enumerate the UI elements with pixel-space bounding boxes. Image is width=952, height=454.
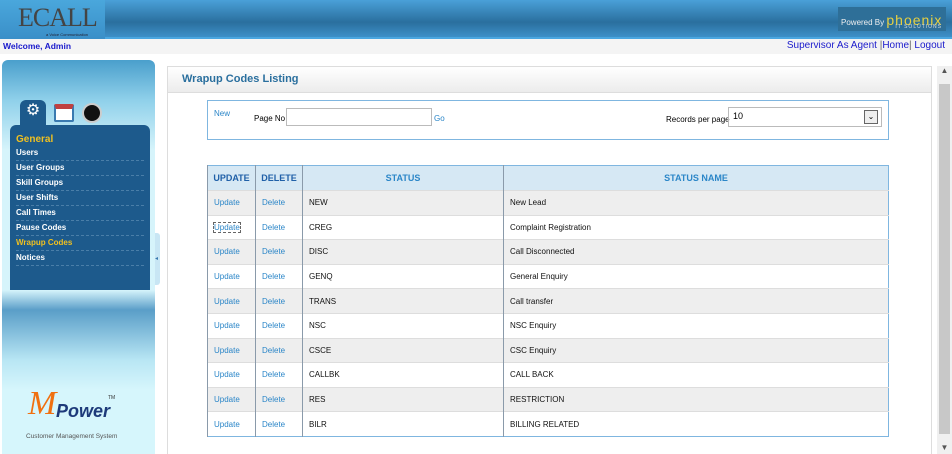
settings-icon[interactable]: ⚙ — [20, 100, 46, 125]
welcome-bar: Welcome, Admin Supervisor As Agent |Home… — [0, 39, 952, 54]
table-row: Update Delete NEW New Lead — [207, 190, 889, 216]
status-name-cell: Call Disconnected — [503, 239, 889, 265]
delete-link[interactable]: Delete — [255, 411, 303, 437]
table-row: Update Delete BILR BILLING RELATED — [207, 411, 889, 437]
scroll-up-arrow-icon[interactable]: ▲ — [937, 66, 952, 75]
records-per-page-label: Records per page — [666, 115, 730, 124]
status-name-cell: Call transfer — [503, 288, 889, 314]
delete-link[interactable]: Delete — [255, 190, 303, 216]
page-title: Wrapup Codes Listing — [168, 67, 931, 93]
update-link[interactable]: Update — [207, 312, 256, 339]
sidebar: ⚙ General Users User Groups Skill Groups… — [2, 60, 155, 454]
status-name-cell: BILLING RELATED — [503, 411, 889, 437]
delete-link[interactable]: Delete — [255, 337, 303, 363]
records-per-page-select[interactable]: 10 ⌄ — [728, 107, 882, 127]
scroll-down-arrow-icon[interactable]: ▼ — [937, 443, 952, 452]
sidebar-item-wrapup-codes[interactable]: Wrapup Codes — [16, 236, 144, 251]
sidebar-item-skill-groups[interactable]: Skill Groups — [16, 176, 144, 191]
table-row: Update Delete CALLBK CALL BACK — [207, 362, 889, 388]
sidebar-item-user-shifts[interactable]: User Shifts — [16, 191, 144, 206]
update-link[interactable]: Update — [207, 239, 256, 265]
mpower-logo: M Power TM Customer Management System — [26, 385, 118, 440]
update-link[interactable]: Update — [207, 190, 256, 216]
update-link[interactable]: Update — [207, 288, 256, 314]
sidebar-item-user-groups[interactable]: User Groups — [16, 161, 144, 176]
table-row: Update Delete NSC NSC Enquiry — [207, 312, 889, 339]
delete-link[interactable]: Delete — [255, 239, 303, 265]
powered-by-logo: Powered By phoenix IT SOLUTIONS — [838, 7, 946, 31]
delete-link[interactable]: Delete — [255, 214, 303, 240]
status-cell: CSCE — [302, 337, 504, 363]
status-cell: BILR — [302, 411, 504, 437]
status-cell: NSC — [302, 312, 504, 339]
logout-link[interactable]: Logout — [914, 40, 945, 51]
update-link[interactable]: Update — [207, 214, 256, 240]
delete-link[interactable]: Delete — [255, 386, 303, 412]
dashboard-gauge-icon[interactable] — [82, 103, 102, 123]
column-header-status: STATUS — [302, 165, 504, 191]
ecall-logo: ECALL a Voice Communication — [0, 0, 105, 39]
sidebar-item-notices[interactable]: Notices — [16, 251, 144, 266]
page-no-label: Page No — [254, 114, 286, 123]
top-header: ECALL a Voice Communication Powered By p… — [0, 0, 952, 39]
welcome-text: Welcome, Admin — [3, 41, 72, 51]
page-no-input[interactable] — [286, 108, 432, 126]
status-cell: DISC — [302, 239, 504, 265]
status-cell: TRANS — [302, 288, 504, 314]
status-name-cell: Complaint Registration — [503, 214, 889, 240]
status-name-cell: RESTRICTION — [503, 386, 889, 412]
table-row: Update Delete DISC Call Disconnected — [207, 239, 889, 265]
status-name-cell: NSC Enquiry — [503, 312, 889, 339]
table-row: Update Delete CSCE CSC Enquiry — [207, 337, 889, 363]
status-cell: CALLBK — [302, 362, 504, 388]
delete-link[interactable]: Delete — [255, 312, 303, 339]
table-row: Update Delete TRANS Call transfer — [207, 288, 889, 314]
update-link[interactable]: Update — [207, 362, 256, 388]
chevron-down-icon[interactable]: ⌄ — [864, 110, 878, 124]
supervisor-as-agent-link[interactable]: Supervisor As Agent — [787, 40, 877, 51]
menu-section-general: General — [16, 134, 54, 145]
vertical-scrollbar[interactable]: ▲ ▼ — [937, 66, 952, 454]
column-header-delete: DELETE — [255, 165, 303, 191]
status-name-cell: CSC Enquiry — [503, 337, 889, 363]
status-name-cell: General Enquiry — [503, 263, 889, 289]
status-cell: RES — [302, 386, 504, 412]
column-header-status-name: STATUS NAME — [503, 165, 889, 191]
delete-link[interactable]: Delete — [255, 263, 303, 289]
calendar-icon[interactable] — [54, 104, 74, 122]
update-link[interactable]: Update — [207, 411, 256, 437]
sidebar-item-call-times[interactable]: Call Times — [16, 206, 144, 221]
new-link[interactable]: New — [214, 109, 230, 118]
sidebar-menu: General Users User Groups Skill Groups U… — [10, 125, 150, 290]
delete-link[interactable]: Delete — [255, 362, 303, 388]
table-row: Update Delete RES RESTRICTION — [207, 386, 889, 412]
table-row: Update Delete CREG Complaint Registration — [207, 214, 889, 240]
sidebar-item-pause-codes[interactable]: Pause Codes — [16, 221, 144, 236]
filter-bar: New Page No Go Records per page 10 ⌄ — [207, 100, 889, 140]
home-link[interactable]: Home — [882, 40, 909, 51]
status-cell: CREG — [302, 214, 504, 240]
collapse-sidebar-handle[interactable]: ◂ — [155, 233, 160, 285]
scrollbar-thumb[interactable] — [939, 84, 950, 434]
status-name-cell: New Lead — [503, 190, 889, 216]
content-panel: Wrapup Codes Listing New Page No Go Reco… — [167, 66, 932, 454]
wrapup-codes-table: UPDATE DELETE STATUS STATUS NAME Update D… — [207, 165, 889, 437]
table-row: Update Delete GENQ General Enquiry — [207, 263, 889, 289]
update-link[interactable]: Update — [207, 386, 256, 412]
delete-link[interactable]: Delete — [255, 288, 303, 314]
update-link-focused[interactable]: Update — [213, 221, 241, 233]
status-name-cell: CALL BACK — [503, 362, 889, 388]
go-link[interactable]: Go — [434, 114, 445, 123]
status-cell: GENQ — [302, 263, 504, 289]
column-header-update: UPDATE — [207, 165, 256, 191]
update-link[interactable]: Update — [207, 263, 256, 289]
sidebar-item-users[interactable]: Users — [16, 146, 144, 161]
update-link[interactable]: Update — [207, 337, 256, 363]
status-cell: NEW — [302, 190, 504, 216]
